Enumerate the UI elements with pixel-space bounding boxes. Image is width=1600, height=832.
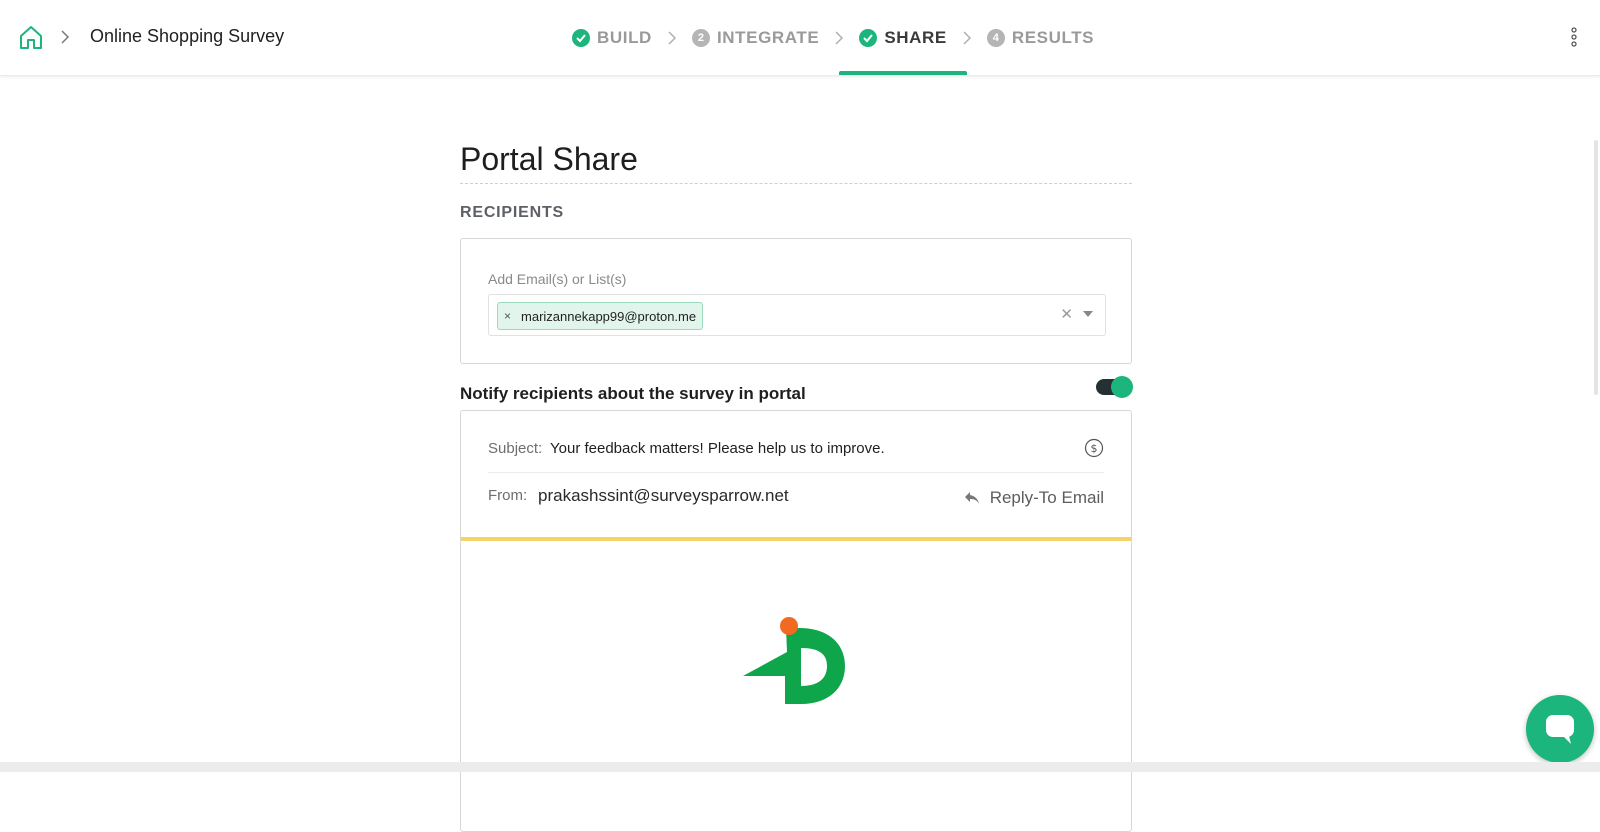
step-share[interactable]: SHARE bbox=[839, 0, 967, 75]
company-logo bbox=[743, 617, 845, 704]
subject-label: Subject: bbox=[488, 440, 543, 457]
step-integrate[interactable]: 2 INTEGRATE bbox=[690, 0, 821, 75]
check-circle-icon bbox=[859, 28, 878, 47]
chevron-right-icon bbox=[668, 30, 677, 45]
add-recipients-label: Add Email(s) or List(s) bbox=[488, 271, 627, 287]
remove-chip-icon[interactable]: × bbox=[504, 309, 511, 323]
reply-to-label: Reply-To Email bbox=[989, 488, 1104, 507]
step-number-badge: 2 bbox=[691, 28, 710, 47]
notify-toggle[interactable] bbox=[1096, 376, 1133, 398]
email-chip-label: marizannekapp99@proton.me bbox=[521, 308, 697, 324]
chevron-right-icon bbox=[835, 30, 844, 45]
email-accent-bar bbox=[461, 537, 1131, 541]
from-label: From: bbox=[488, 487, 528, 504]
kebab-menu-icon[interactable] bbox=[1570, 26, 1578, 48]
from-address[interactable]: prakashssint@surveysparrow.net bbox=[538, 486, 789, 506]
reply-to-button[interactable]: Reply-To Email bbox=[964, 488, 1104, 508]
step-results-label: RESULTS bbox=[1011, 27, 1095, 47]
clear-icon[interactable]: ✕ bbox=[1060, 305, 1073, 323]
chevron-right-icon bbox=[61, 30, 70, 44]
recipients-card: Add Email(s) or List(s) × marizannekapp9… bbox=[460, 238, 1132, 364]
variable-icon[interactable]: $ bbox=[1084, 438, 1104, 458]
reply-icon bbox=[964, 492, 979, 504]
subject-row: Subject: Your feedback matters! Please h… bbox=[488, 438, 1104, 473]
home-icon[interactable] bbox=[18, 24, 44, 50]
step-integrate-label: INTEGRATE bbox=[716, 27, 820, 47]
step-number-badge: 4 bbox=[986, 28, 1005, 47]
step-share-label: SHARE bbox=[884, 27, 947, 47]
step-results[interactable]: 4 RESULTS bbox=[985, 0, 1096, 75]
chevron-right-icon bbox=[963, 30, 971, 45]
notify-label: Notify recipients about the survey in po… bbox=[460, 384, 806, 403]
workflow-steps: BUILD 2 INTEGRATE SHARE 4 RESULTS bbox=[570, 0, 1096, 75]
subject-input[interactable]: Your feedback matters! Please help us to… bbox=[550, 440, 885, 457]
toggle-knob bbox=[1111, 376, 1133, 398]
survey-title[interactable]: Online Shopping Survey bbox=[90, 26, 284, 47]
step-build[interactable]: BUILD bbox=[570, 0, 654, 75]
check-circle-icon bbox=[572, 28, 590, 47]
page-title: Portal Share bbox=[460, 141, 638, 177]
chevron-down-icon[interactable] bbox=[1083, 311, 1093, 317]
email-chip: × marizannekapp99@proton.me bbox=[497, 302, 704, 330]
title-divider bbox=[460, 183, 1132, 184]
recipients-select[interactable]: × marizannekapp99@proton.me ✕ bbox=[488, 294, 1106, 336]
chat-button[interactable] bbox=[1526, 695, 1594, 763]
svg-text:$: $ bbox=[1091, 442, 1098, 455]
chat-bubble-icon bbox=[1546, 715, 1574, 744]
recipients-heading: RECIPIENTS bbox=[460, 204, 565, 221]
active-step-indicator bbox=[839, 71, 967, 75]
bottom-strip bbox=[0, 762, 1600, 772]
page-scrollbar[interactable] bbox=[1594, 140, 1598, 395]
step-build-label: BUILD bbox=[597, 27, 652, 47]
top-navigation-bar: Online Shopping Survey BUILD 2 INTEGRATE… bbox=[0, 0, 1600, 76]
